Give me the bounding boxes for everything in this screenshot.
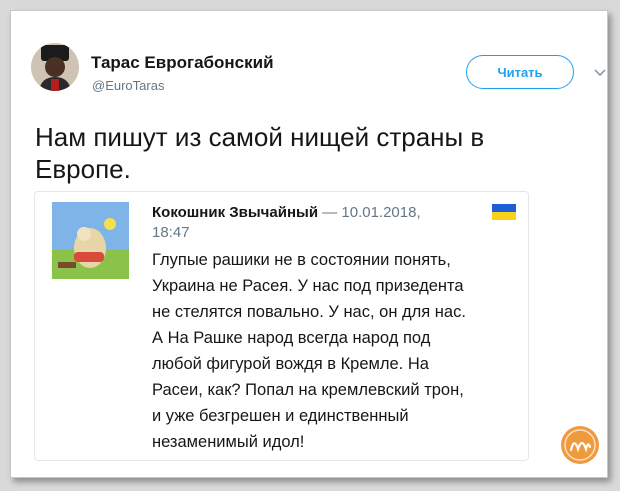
quoted-text-line: не стелятся повально. У нас, он для нас. <box>152 303 466 321</box>
author-name[interactable]: Тарас Еврогабонский <box>91 53 274 73</box>
quoted-text-line: любой фигурой вождя в Кремле. На <box>152 355 429 373</box>
quoted-time: 18:47 <box>152 224 190 241</box>
quoted-text-line: незаменимый идол! <box>152 433 305 451</box>
chevron-down-icon[interactable] <box>593 65 607 77</box>
quoted-text-line: Расеи, как? Попал на кремлевский трон, <box>152 381 464 399</box>
quoted-text-line: и уже безгрешен и единственный <box>152 407 409 425</box>
site-logo-icon <box>560 425 600 465</box>
quoted-separator: — <box>318 204 342 221</box>
follow-button-label: Читать <box>497 64 543 80</box>
author-handle[interactable]: @EuroTaras <box>92 78 164 93</box>
quoted-tweet-image <box>52 202 129 279</box>
ukraine-flag-icon <box>492 204 516 220</box>
follow-button[interactable]: Читать <box>466 55 574 89</box>
tweet-text-line: Европе. <box>35 154 131 184</box>
quoted-date: 10.01.2018, <box>341 204 421 221</box>
quoted-text-line: А На Рашке народ всегда народ под <box>152 329 431 347</box>
tweet-text: Нам пишут из самой нищей страны в Европе… <box>35 121 555 185</box>
quoted-tweet[interactable]: Кокошник Звычайный — 10.01.2018, 18:47 Г… <box>34 191 529 461</box>
quoted-text-line: Глупые рашики не в состоянии понять, <box>152 251 451 269</box>
quoted-author-name[interactable]: Кокошник Звычайный <box>152 204 318 221</box>
tweet-card: Тарас Еврогабонский @EuroTaras Читать На… <box>10 10 608 478</box>
quoted-text-line: Украина не Расея. У нас под призедента <box>152 277 464 295</box>
quoted-tweet-text: Глупые рашики не в состоянии понять, Укр… <box>152 247 512 455</box>
tweet-text-line: Нам пишут из самой нищей страны в <box>35 122 485 152</box>
author-avatar[interactable] <box>31 43 79 91</box>
quoted-tweet-header: Кокошник Звычайный — 10.01.2018, 18:47 <box>152 203 472 243</box>
